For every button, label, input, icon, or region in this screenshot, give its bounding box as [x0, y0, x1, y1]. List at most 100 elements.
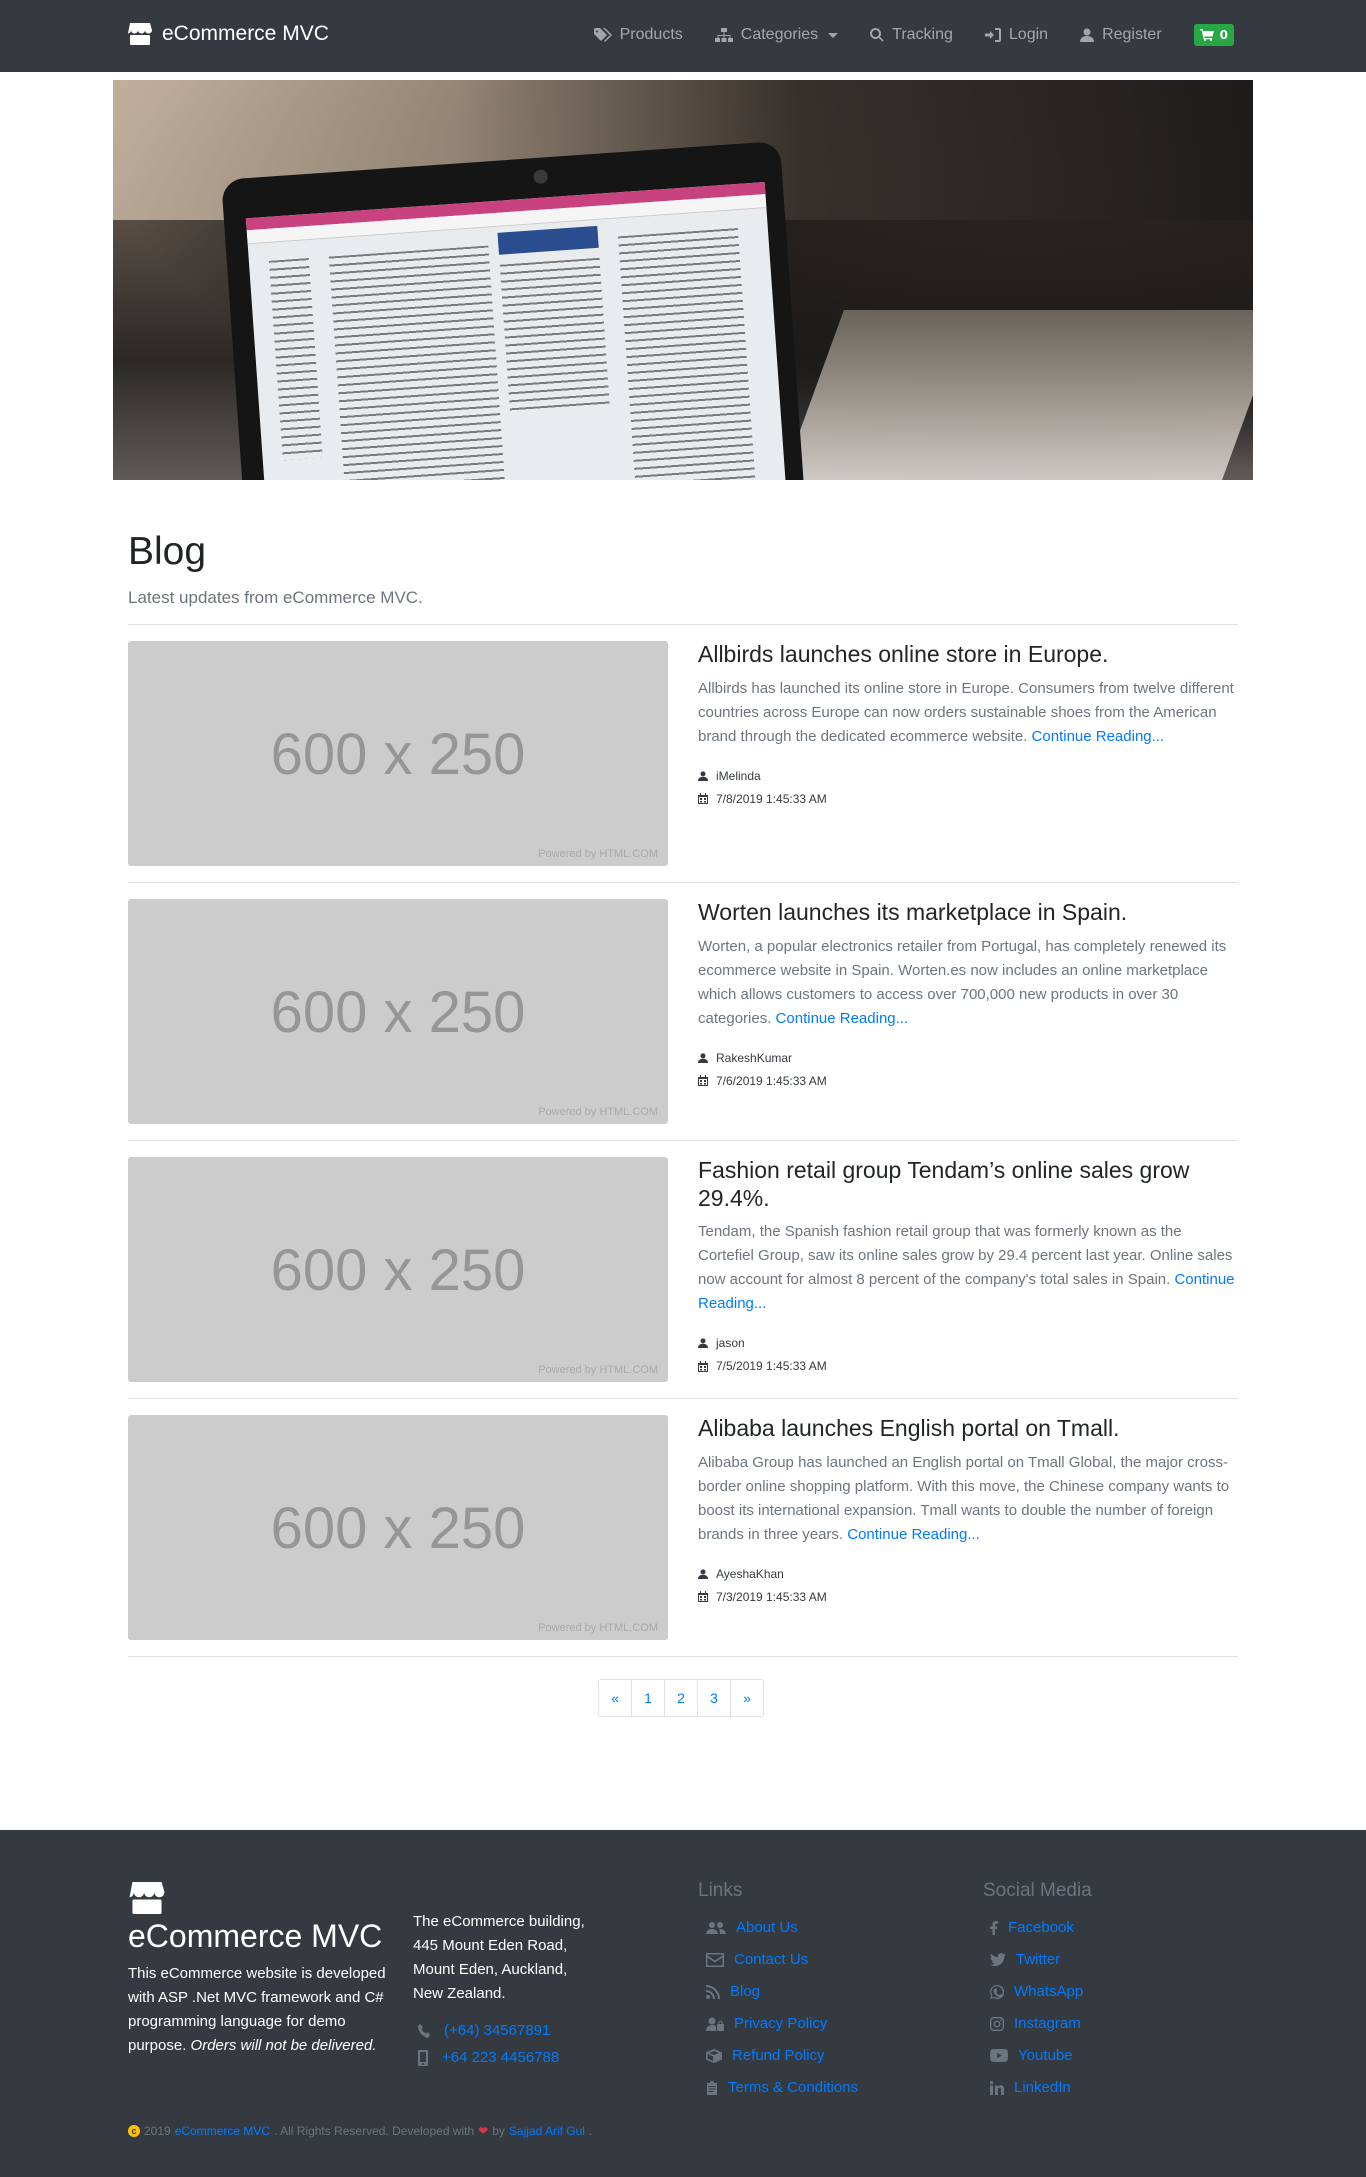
- footer-social-facebook[interactable]: Facebook: [990, 1916, 1083, 1939]
- page-subtitle: Latest updates from eCommerce MVC.: [128, 588, 423, 607]
- footer-link-refund-policy[interactable]: Refund Policy: [706, 2044, 858, 2067]
- nav-tracking-label: Tracking: [892, 26, 953, 43]
- post-thumbnail[interactable]: 600 x 250 Powered by HTML.COM: [128, 641, 668, 866]
- youtube-icon: [990, 2049, 1008, 2062]
- footer-link-label: Blog: [730, 1983, 761, 2000]
- pagination-page-3[interactable]: 3: [697, 1679, 731, 1717]
- footer-social-instagram[interactable]: Instagram: [990, 2012, 1083, 2035]
- post-author: jason: [698, 1336, 1238, 1350]
- footer-links-heading: Links: [698, 1880, 743, 1901]
- continue-reading-link[interactable]: Continue Reading...: [776, 1010, 909, 1027]
- post-date-text: 7/8/2019 1:45:33 AM: [716, 791, 827, 806]
- tags-icon: [593, 28, 612, 42]
- pagination-next[interactable]: »: [730, 1679, 764, 1717]
- post-thumbnail[interactable]: 600 x 250 Powered by HTML.COM: [128, 1415, 668, 1640]
- post-excerpt: Allbirds has launched its online store i…: [698, 677, 1238, 749]
- copyright-year: 2019: [144, 2124, 171, 2138]
- post-body: Fashion retail group Tendam’s online sal…: [698, 1157, 1238, 1373]
- footer-social-whatsapp[interactable]: WhatsApp: [990, 1980, 1083, 2003]
- post-title[interactable]: Fashion retail group Tendam’s online sal…: [698, 1157, 1238, 1212]
- continue-reading-link[interactable]: Continue Reading...: [847, 1526, 980, 1543]
- post-thumbnail[interactable]: 600 x 250 Powered by HTML.COM: [128, 1157, 668, 1382]
- footer-link-about-us[interactable]: About Us: [706, 1916, 858, 1939]
- nav-login[interactable]: Login: [984, 26, 1049, 44]
- post-date: 7/3/2019 1:45:33 AM: [698, 1590, 1238, 1604]
- address-line: The eCommerce building,: [413, 1913, 585, 1930]
- nav-tracking[interactable]: Tracking: [870, 26, 953, 44]
- footer-social-linkedin[interactable]: LinkedIn: [990, 2076, 1083, 2099]
- copyright-by: by: [492, 2124, 505, 2138]
- post-excerpt: Alibaba Group has launched an English po…: [698, 1451, 1238, 1547]
- post-meta: jason 7/5/2019 1:45:33 AM: [698, 1336, 1238, 1373]
- copyright-end: .: [588, 2124, 593, 2138]
- footer-link-contact-us[interactable]: Contact Us: [706, 1948, 858, 1971]
- phone-icon: [418, 2023, 430, 2038]
- footer: eCommerce MVC This eCommerce website is …: [0, 1830, 1366, 2177]
- thumbnail-placeholder-text: 600 x 250: [270, 722, 526, 787]
- nav-register[interactable]: Register: [1080, 26, 1162, 44]
- nav-login-label: Login: [1008, 26, 1049, 43]
- brand-name: eCommerce MVC: [162, 22, 329, 45]
- post-author-name: jason: [716, 1336, 745, 1351]
- footer-link-privacy-policy[interactable]: Privacy Policy: [706, 2012, 858, 2035]
- instagram-icon: [990, 2016, 1004, 2031]
- post-excerpt: Worten, a popular electronics retailer f…: [698, 935, 1238, 1031]
- user-icon: [698, 1568, 708, 1579]
- post-author: AyeshaKhan: [698, 1567, 1238, 1581]
- footer-address: The eCommerce building, 445 Mount Eden R…: [413, 1910, 623, 2006]
- pagination-prev[interactable]: «: [598, 1679, 632, 1717]
- footer-link-label: Privacy Policy: [734, 2015, 828, 2032]
- footer-phone-link[interactable]: (+64) 34567891: [418, 2022, 559, 2039]
- thumbnail-placeholder-text: 600 x 250: [270, 980, 526, 1045]
- post-author-name: iMelinda: [716, 768, 761, 783]
- pagination-page-2[interactable]: 2: [664, 1679, 698, 1717]
- copyright-author-link[interactable]: Sajjad Arif Gul: [509, 2124, 585, 2138]
- chevron-down-icon: [828, 32, 839, 38]
- address-line: 445 Mount Eden Road,: [413, 1937, 568, 1954]
- facebook-icon: [990, 1920, 998, 1935]
- nav-products[interactable]: Products: [593, 26, 683, 44]
- twitter-icon: [990, 1952, 1006, 1966]
- pagination-page-1[interactable]: 1: [631, 1679, 665, 1717]
- brand-link[interactable]: eCommerce MVC: [128, 22, 329, 46]
- cart-count-badge: 0: [1219, 28, 1228, 42]
- footer-about-note: Orders will not be delivered.: [190, 2037, 377, 2054]
- post-date-text: 7/5/2019 1:45:33 AM: [716, 1359, 827, 1374]
- footer-link-label: Contact Us: [734, 1951, 809, 1968]
- footer-link-label: Refund Policy: [732, 2047, 825, 2064]
- post-thumbnail[interactable]: 600 x 250 Powered by HTML.COM: [128, 899, 668, 1124]
- nav-products-label: Products: [619, 26, 683, 43]
- copyright-rights: . All Rights Reserved. Developed with: [274, 2124, 475, 2138]
- post-date: 7/5/2019 1:45:33 AM: [698, 1359, 1238, 1373]
- footer-social-youtube[interactable]: Youtube: [990, 2044, 1083, 2067]
- nav-menu: Products Categories Tracking Login Regis…: [593, 24, 1234, 46]
- footer-link-blog[interactable]: Blog: [706, 1980, 858, 2003]
- post-title[interactable]: Alibaba launches English portal on Tmall…: [698, 1415, 1238, 1443]
- store-icon: [128, 23, 152, 45]
- footer-link-terms[interactable]: Terms & Conditions: [706, 2076, 858, 2099]
- footer-social-label: WhatsApp: [1014, 1983, 1084, 2000]
- user-icon: [1080, 28, 1095, 42]
- continue-reading-link[interactable]: Continue Reading...: [1032, 728, 1165, 745]
- footer-social-twitter[interactable]: Twitter: [990, 1948, 1083, 1971]
- user-icon: [698, 1338, 708, 1349]
- clipboard-icon: [707, 2080, 717, 2095]
- thumbnail-placeholder-text: 600 x 250: [270, 1496, 526, 1561]
- laptop-illustration: [221, 140, 805, 480]
- cart-button[interactable]: 0: [1193, 24, 1234, 46]
- post-title[interactable]: Allbirds launches online store in Europe…: [698, 641, 1238, 669]
- user-icon: [698, 770, 708, 781]
- blog-post: 600 x 250 Powered by HTML.COM Worten lau…: [128, 883, 1238, 1141]
- post-excerpt-text: Tendam, the Spanish fashion retail group…: [698, 1223, 1233, 1289]
- copyright-brand-link[interactable]: eCommerce MVC: [175, 2124, 270, 2138]
- footer-social-label: Youtube: [1018, 2047, 1073, 2064]
- post-body: Alibaba launches English portal on Tmall…: [698, 1415, 1238, 1604]
- post-author: iMelinda: [698, 769, 1238, 783]
- footer-mobile-text: +64 223 4456788: [442, 2049, 560, 2066]
- post-date-text: 7/3/2019 1:45:33 AM: [716, 1589, 827, 1604]
- post-excerpt: Tendam, the Spanish fashion retail group…: [698, 1220, 1238, 1316]
- footer-mobile-link[interactable]: +64 223 4456788: [418, 2049, 559, 2066]
- nav-categories[interactable]: Categories: [714, 26, 839, 44]
- post-title[interactable]: Worten launches its marketplace in Spain…: [698, 899, 1238, 927]
- pagination: « 1 2 3 »: [598, 1679, 764, 1717]
